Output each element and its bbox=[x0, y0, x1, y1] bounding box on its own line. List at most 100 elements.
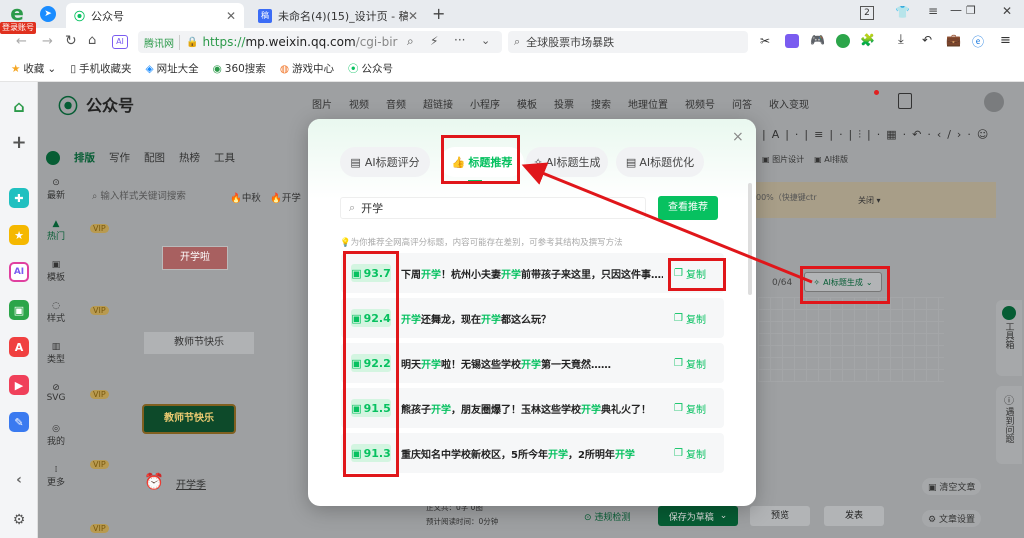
copy-button[interactable]: ❐ 复制 bbox=[674, 401, 706, 416]
style-search[interactable]: ⌕ 输入样式关键词搜索 bbox=[92, 188, 212, 206]
menu-item[interactable]: 图片 bbox=[312, 96, 332, 111]
send-icon[interactable]: ➤ bbox=[40, 6, 56, 22]
image-app-icon[interactable]: ▣ bbox=[9, 300, 29, 320]
search-field[interactable]: ⌕ 全球股票市场暴跌 bbox=[508, 31, 748, 53]
clear-article-button[interactable]: ▣ 清空文章 bbox=[922, 478, 982, 495]
nav-item[interactable]: ⁞ 更多 bbox=[38, 465, 74, 506]
home-icon[interactable]: ⌂ bbox=[9, 96, 29, 116]
avatar[interactable] bbox=[984, 92, 1004, 112]
tag-mid-autumn[interactable]: 🔥中秋 bbox=[230, 190, 261, 204]
url-field[interactable]: 腾讯网 🔒 https:// mp.weixin.qq.com /cgi-bir bbox=[138, 31, 502, 53]
menu-item[interactable]: 问答 bbox=[732, 96, 752, 111]
article-settings-button[interactable]: ⚙ 文章设置 bbox=[922, 510, 981, 527]
save-draft-button[interactable]: 保存为草稿 ⌄ bbox=[658, 506, 738, 526]
ai-icon[interactable]: AI bbox=[112, 35, 128, 49]
bookmark-mobile[interactable]: ▯ 手机收藏夹 bbox=[65, 61, 136, 76]
tag-school[interactable]: 🔥开学 bbox=[270, 190, 301, 204]
toolbox-panel[interactable]: 工具箱 bbox=[996, 300, 1022, 376]
nav-item[interactable]: ◎ 我的 bbox=[38, 424, 74, 465]
app-plus-icon[interactable]: ✚ bbox=[9, 188, 29, 208]
window-count-badge[interactable]: 2 bbox=[860, 6, 874, 20]
reload-icon[interactable]: ↻ bbox=[65, 33, 77, 49]
close-tab-icon[interactable]: ✕ bbox=[226, 9, 236, 23]
browser-logo-icon[interactable]: e bbox=[4, 3, 30, 23]
tab-tools[interactable]: 工具 bbox=[214, 150, 235, 165]
tab-layout[interactable]: 排版 bbox=[74, 150, 95, 165]
help-panel[interactable]: ⓘ 遇到问题 bbox=[996, 386, 1022, 464]
more-icon[interactable]: ··· bbox=[454, 33, 465, 47]
bookmark-games[interactable]: ◍ 游戏中心 bbox=[275, 61, 339, 76]
view-recommend-button[interactable]: 查看推荐 bbox=[658, 196, 718, 220]
back-icon[interactable]: ← bbox=[16, 34, 27, 49]
close-icon[interactable]: × bbox=[732, 129, 744, 145]
keyword-input[interactable]: ⌕ 开学 bbox=[340, 197, 646, 219]
menu-item[interactable]: 地理位置 bbox=[628, 96, 668, 111]
history-icon[interactable] bbox=[898, 93, 912, 109]
copy-button[interactable]: ❐ 复制 bbox=[674, 311, 706, 326]
tab-gaoding[interactable]: 稿 未命名(4)(15)_设计页 - 稿定设 ✕ bbox=[250, 3, 426, 28]
nav-item[interactable]: ⊘ SVG bbox=[38, 383, 74, 424]
preview-button[interactable]: 预览 bbox=[750, 506, 810, 526]
menu-item[interactable]: 视频 bbox=[349, 96, 369, 111]
tab-ai-title-gen[interactable]: ✧ AI标题生成 bbox=[526, 147, 608, 177]
scrollbar[interactable] bbox=[748, 183, 752, 295]
shirt-icon[interactable]: 👕 bbox=[895, 5, 910, 19]
puzzle-icon[interactable]: 🧩 bbox=[860, 33, 875, 47]
publish-button[interactable]: 发表 bbox=[824, 506, 884, 526]
copy-button[interactable]: ❐ 复制 bbox=[674, 356, 706, 371]
ai-app-icon[interactable]: AI bbox=[9, 262, 29, 282]
home-icon[interactable]: ⌂ bbox=[88, 33, 96, 48]
template-card[interactable]: 教师节快乐 bbox=[144, 332, 254, 354]
menu-item[interactable]: 模板 bbox=[517, 96, 537, 111]
bookmark-mp[interactable]: ⦿ 公众号 bbox=[343, 61, 398, 76]
menu-item[interactable]: 搜索 bbox=[591, 96, 611, 111]
bookmark-360search[interactable]: ◉ 360搜索 bbox=[208, 61, 271, 76]
tab-gongzhonghao[interactable]: ⦿ 公众号 ✕ bbox=[66, 3, 244, 28]
menu-item[interactable]: 投票 bbox=[554, 96, 574, 111]
game-icon[interactable]: 🎮 bbox=[810, 33, 825, 47]
tab-ai-title-optimize[interactable]: ▤ AI标题优化 bbox=[616, 147, 704, 177]
ai-layout-tool[interactable]: ▣ AI排版 bbox=[814, 154, 848, 165]
login-badge[interactable]: 登录账号 bbox=[0, 22, 36, 34]
video-app-icon[interactable]: ▶ bbox=[9, 375, 29, 395]
translate-icon[interactable] bbox=[785, 34, 799, 48]
nav-item[interactable]: ⊙ 最新 bbox=[38, 178, 74, 219]
window-menu-icon[interactable]: ≡ bbox=[928, 4, 938, 18]
bookmark-nav[interactable]: ◈ 网址大全 bbox=[141, 61, 204, 76]
violation-check-button[interactable]: ⊙ 违规检测 bbox=[584, 510, 630, 523]
menu-item[interactable]: 小程序 bbox=[470, 96, 500, 111]
collapse-icon[interactable]: ‹ bbox=[9, 470, 29, 490]
tab-hot[interactable]: 热榜 bbox=[179, 150, 200, 165]
doc-app-icon[interactable]: ✎ bbox=[9, 412, 29, 432]
search-engine-icon[interactable]: ⌕ bbox=[407, 34, 414, 49]
menu-item[interactable]: 音频 bbox=[386, 96, 406, 111]
menu-icon[interactable]: ≡ bbox=[1000, 33, 1011, 48]
tab-ai-title-score[interactable]: ▤ AI标题评分 bbox=[340, 147, 430, 177]
check-ext-icon[interactable] bbox=[836, 34, 850, 48]
menu-item[interactable]: 超链接 bbox=[423, 96, 453, 111]
copy-button[interactable]: ❐ 复制 bbox=[674, 446, 706, 461]
forward-icon[interactable]: → bbox=[42, 34, 53, 49]
lightning-icon[interactable]: ⚡ bbox=[430, 34, 438, 48]
nav-item[interactable]: ▲ 热门 bbox=[38, 219, 74, 260]
nav-item[interactable]: ▥ 类型 bbox=[38, 342, 74, 383]
template-card[interactable]: 开学季 bbox=[176, 476, 236, 492]
briefcase-icon[interactable]: 💼 bbox=[946, 33, 961, 47]
undo-icon[interactable]: ↶ bbox=[922, 33, 932, 47]
add-icon[interactable]: + bbox=[9, 132, 29, 153]
template-card[interactable]: 开学啦 bbox=[162, 246, 228, 270]
close-window-icon[interactable]: ✕ bbox=[1002, 4, 1012, 18]
nav-item[interactable]: ◌ 样式 bbox=[38, 301, 74, 342]
pdf-app-icon[interactable]: A bbox=[9, 337, 29, 357]
minimize-icon[interactable]: — bbox=[950, 3, 962, 17]
restore-icon[interactable]: ❐ bbox=[966, 4, 976, 17]
star-app-icon[interactable]: ★ bbox=[9, 225, 29, 245]
tab-title-recommend[interactable]: 👍 标题推荐 bbox=[440, 147, 524, 177]
ie-icon[interactable]: ⓔ bbox=[972, 33, 984, 50]
bookmark-favorites[interactable]: ★ 收藏 ⌄ bbox=[6, 61, 61, 76]
tab-images[interactable]: 配图 bbox=[144, 150, 165, 165]
copy-button[interactable]: ❐ 复制 bbox=[674, 266, 706, 281]
tab-writing[interactable]: 写作 bbox=[109, 150, 130, 165]
scissors-icon[interactable]: ✂ bbox=[760, 34, 770, 48]
close-hint-button[interactable]: 关闭 ▾ bbox=[858, 195, 881, 206]
